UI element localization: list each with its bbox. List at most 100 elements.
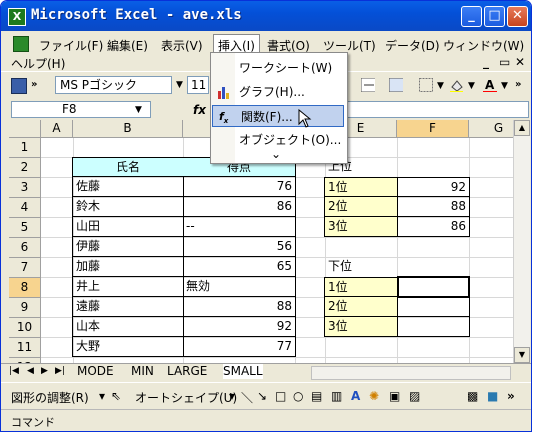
table-cell-score[interactable]: 56 bbox=[183, 237, 296, 257]
table-cell-name[interactable]: 遠藤 bbox=[72, 297, 184, 317]
row-header-8[interactable]: 8 bbox=[9, 278, 41, 298]
toolbar-overflow-icon[interactable]: » bbox=[31, 79, 37, 90]
menu-data[interactable]: データ(D) bbox=[385, 37, 440, 54]
menu-item-function[interactable]: fx 関数(F)... bbox=[212, 105, 344, 127]
upper-rank-cell[interactable]: 3位 bbox=[324, 217, 398, 237]
rectangle-icon[interactable]: □ bbox=[275, 389, 286, 403]
borders-dropdown-icon[interactable]: ▼ bbox=[437, 81, 444, 91]
sheet-tab-min[interactable]: MIN bbox=[131, 364, 154, 379]
font-name-select[interactable]: MS Pゴシック bbox=[55, 76, 172, 94]
picture-icon[interactable]: ▨ bbox=[409, 389, 420, 403]
name-box[interactable]: F8 bbox=[11, 101, 151, 118]
upper-rank-cell[interactable]: 1位 bbox=[324, 177, 398, 197]
upper-value-cell[interactable]: 86 bbox=[397, 217, 470, 237]
table-cell-name[interactable]: 井上 bbox=[72, 277, 184, 297]
dropdown-arrow-icon[interactable]: ▾ bbox=[99, 389, 105, 403]
insert-function-icon[interactable]: fx bbox=[193, 103, 206, 117]
font-color-icon[interactable]: A bbox=[483, 78, 497, 92]
title-bar[interactable]: X Microsoft Excel - ave.xls _ □ ✕ bbox=[1, 1, 531, 31]
row-header-2[interactable]: 2 bbox=[9, 158, 41, 178]
upper-rank-cell[interactable]: 2位 bbox=[324, 197, 398, 217]
workbook-icon[interactable] bbox=[13, 36, 29, 52]
fill-color-icon[interactable] bbox=[449, 78, 463, 92]
sheet-tab-large[interactable]: LARGE bbox=[167, 364, 207, 379]
table-cell-name[interactable]: 鈴木 bbox=[72, 197, 184, 217]
diagram-icon[interactable]: ✺ bbox=[369, 389, 379, 403]
table-cell-name[interactable]: 山田 bbox=[72, 217, 184, 237]
toolbar-options-icon[interactable]: » bbox=[515, 79, 521, 90]
horizontal-scrollbar[interactable] bbox=[311, 366, 511, 380]
menu-help[interactable]: ヘルプ(H) bbox=[11, 55, 65, 72]
close-button[interactable]: ✕ bbox=[507, 6, 528, 27]
col-header-b[interactable]: B bbox=[73, 120, 183, 138]
merge-center-icon[interactable] bbox=[361, 78, 375, 92]
menu-item-worksheet[interactable]: ワークシート(W) bbox=[211, 57, 345, 79]
next-sheet-icon[interactable]: ▶ bbox=[41, 366, 48, 376]
menu-file[interactable]: ファイル(F) bbox=[39, 37, 103, 54]
vertical-scrollbar[interactable]: ▲ ▼ bbox=[513, 120, 530, 363]
font-size-select[interactable]: 11 bbox=[187, 76, 209, 94]
row-header-11[interactable]: 11 bbox=[9, 338, 41, 358]
prev-sheet-icon[interactable]: ◀ bbox=[27, 366, 34, 376]
menu-view[interactable]: 表示(V) bbox=[161, 37, 203, 54]
menu-window[interactable]: ウィンドウ(W) bbox=[443, 37, 524, 54]
sheet-tab-mode[interactable]: MODE bbox=[77, 364, 114, 379]
line-icon[interactable]: ＼ bbox=[241, 389, 253, 406]
menu-item-chart[interactable]: グラフ(H)... bbox=[211, 81, 345, 103]
table-cell-score[interactable]: 88 bbox=[183, 297, 296, 317]
scroll-down-button[interactable]: ▼ bbox=[514, 347, 530, 363]
table-cell-name[interactable]: 大野 bbox=[72, 337, 184, 357]
cell-b2-name-header[interactable]: 氏名 bbox=[72, 157, 184, 177]
row-header-7[interactable]: 7 bbox=[9, 258, 41, 278]
wordart-icon[interactable]: A bbox=[351, 389, 360, 403]
row-header-4[interactable]: 4 bbox=[9, 198, 41, 218]
save-icon[interactable] bbox=[11, 78, 27, 94]
active-cell-f8[interactable] bbox=[397, 276, 470, 298]
table-cell-score[interactable]: 77 bbox=[183, 337, 296, 357]
select-all-corner[interactable] bbox=[9, 120, 41, 138]
shape-adjust-menu[interactable]: 図形の調整(R) bbox=[11, 389, 89, 406]
lower-value-cell[interactable] bbox=[397, 317, 470, 337]
table-cell-score[interactable]: 無効 bbox=[183, 277, 296, 297]
textbox-icon[interactable]: ▤ bbox=[311, 389, 322, 403]
table-cell-score[interactable]: 92 bbox=[183, 317, 296, 337]
vertical-textbox-icon[interactable]: ▥ bbox=[331, 389, 342, 403]
table-cell-score[interactable]: -- bbox=[183, 217, 296, 237]
last-sheet-icon[interactable]: ▶| bbox=[55, 366, 65, 376]
doc-minimize-button[interactable]: _ bbox=[483, 55, 489, 69]
3d-icon[interactable]: ■ bbox=[487, 389, 498, 403]
doc-close-button[interactable]: ✕ bbox=[515, 55, 525, 69]
lower-rank-cell[interactable]: 1位 bbox=[324, 277, 398, 297]
font-dropdown-icon[interactable]: ▼ bbox=[176, 80, 183, 90]
lower-rank-cell[interactable]: 3位 bbox=[324, 317, 398, 337]
lower-title[interactable]: 下位 bbox=[325, 257, 397, 277]
excel-app-icon[interactable]: X bbox=[8, 8, 26, 26]
oval-icon[interactable]: ○ bbox=[293, 389, 303, 403]
minimize-button[interactable]: _ bbox=[461, 6, 482, 27]
borders-icon[interactable] bbox=[419, 78, 433, 92]
arrow-icon[interactable]: ↘ bbox=[257, 389, 267, 403]
table-cell-name[interactable]: 伊藤 bbox=[72, 237, 184, 257]
dropdown-arrow-icon[interactable]: ▾ bbox=[229, 389, 235, 403]
table-cell-score[interactable]: 65 bbox=[183, 257, 296, 277]
upper-value-cell[interactable]: 88 bbox=[397, 197, 470, 217]
table-cell-score[interactable]: 76 bbox=[183, 177, 296, 197]
currency-icon[interactable] bbox=[389, 78, 403, 92]
col-header-f[interactable]: F bbox=[397, 120, 469, 138]
table-cell-score[interactable]: 86 bbox=[183, 197, 296, 217]
sheet-tab-small[interactable]: SMALL bbox=[223, 364, 263, 379]
menu-edit[interactable]: 編集(E) bbox=[107, 37, 148, 54]
row-header-5[interactable]: 5 bbox=[9, 218, 41, 238]
table-cell-name[interactable]: 山本 bbox=[72, 317, 184, 337]
row-header-9[interactable]: 9 bbox=[9, 298, 41, 318]
lower-rank-cell[interactable]: 2位 bbox=[324, 297, 398, 317]
row-header-10[interactable]: 10 bbox=[9, 318, 41, 338]
table-cell-name[interactable]: 佐藤 bbox=[72, 177, 184, 197]
font-color-dropdown-icon[interactable]: ▼ bbox=[501, 81, 508, 91]
scroll-up-button[interactable]: ▲ bbox=[514, 120, 530, 136]
row-header-1[interactable]: 1 bbox=[9, 138, 41, 158]
doc-restore-button[interactable]: ▭ bbox=[499, 55, 510, 69]
first-sheet-icon[interactable]: |◀ bbox=[9, 366, 19, 376]
drawbar-overflow-icon[interactable]: » bbox=[507, 389, 515, 403]
row-header-6[interactable]: 6 bbox=[9, 238, 41, 258]
